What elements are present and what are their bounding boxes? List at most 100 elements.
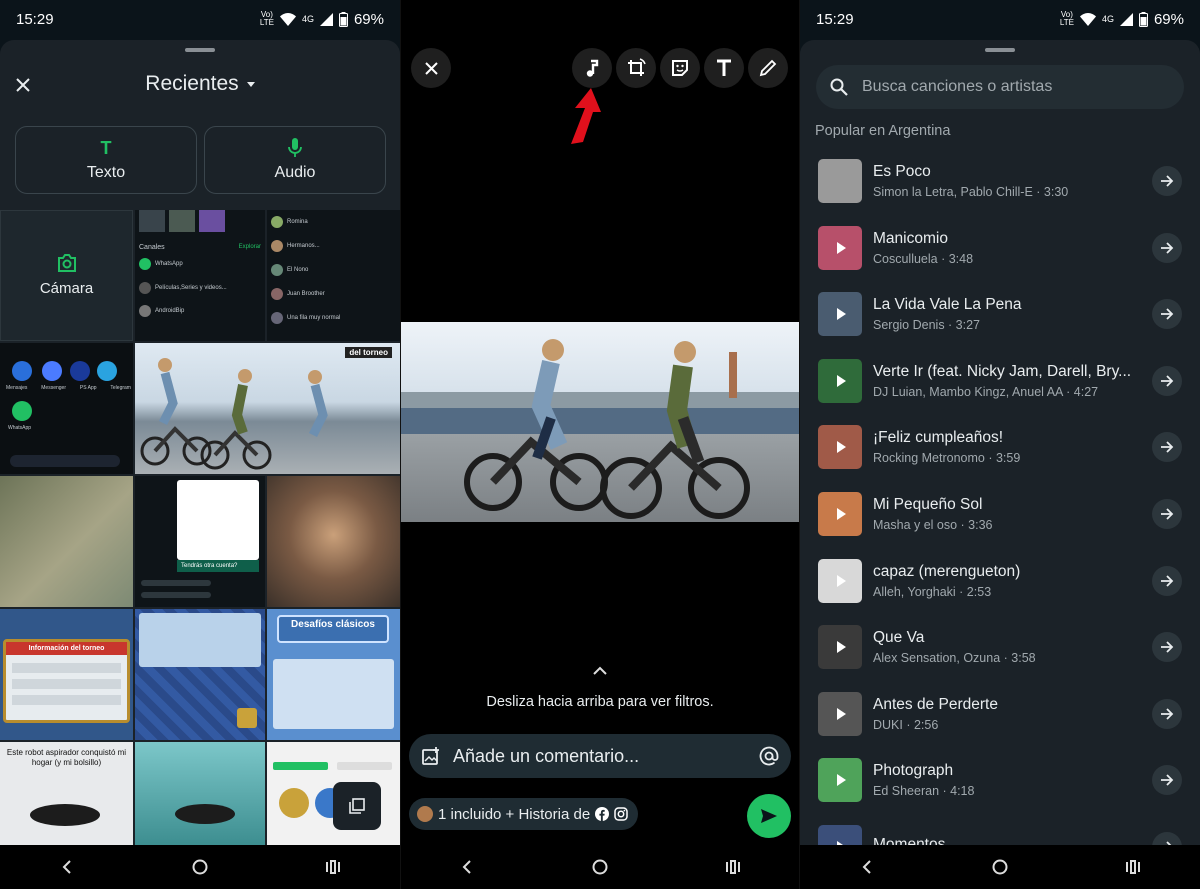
- add-image-icon[interactable]: [421, 746, 441, 766]
- signal-icon: [1119, 12, 1133, 26]
- home-button[interactable]: [580, 852, 620, 882]
- wifi-icon: [1079, 12, 1096, 26]
- search-icon: [830, 78, 848, 96]
- song-row[interactable]: Manicomio Cosculluela · 3:48: [818, 222, 1182, 274]
- select-song-button[interactable]: [1152, 698, 1182, 729]
- song-row[interactable]: Photograph Ed Sheeran · 4:18: [818, 754, 1182, 806]
- select-song-button[interactable]: [1152, 365, 1182, 396]
- song-meta: Mi Pequeño Sol Masha y el oso · 3:36: [873, 496, 1141, 532]
- play-icon[interactable]: [837, 707, 846, 720]
- media-thumbnail-bikes[interactable]: del torneo: [135, 343, 400, 474]
- song-artist-duration: Cosculluela · 3:48: [873, 251, 974, 266]
- editor-close-button[interactable]: [411, 48, 451, 88]
- select-song-button[interactable]: [1152, 765, 1182, 796]
- media-thumbnail-channels[interactable]: Canales Explorar WhatsApp Películas,Seri…: [135, 210, 265, 341]
- home-button[interactable]: [980, 852, 1020, 882]
- camera-tile[interactable]: Cámara: [0, 210, 133, 341]
- media-thumbnail-robot-2[interactable]: [135, 742, 265, 845]
- select-song-button[interactable]: [1152, 499, 1182, 529]
- music-picker-screen: 15:29 Vo) LTE 4G 69% Busca canciones o ar…: [800, 0, 1200, 889]
- song-artist-duration: Sergio Denis · 3:27: [873, 318, 981, 333]
- recents-button[interactable]: [1113, 852, 1153, 882]
- text-status-button[interactable]: T Texto: [15, 126, 197, 194]
- play-icon[interactable]: [837, 374, 846, 387]
- song-row[interactable]: Antes de Perderte DUKI · 2:56: [818, 688, 1182, 740]
- challenge-title: Desafíos clásicos: [277, 615, 389, 643]
- pencil-icon: [759, 59, 777, 77]
- select-song-button[interactable]: [1152, 166, 1182, 196]
- play-icon[interactable]: [837, 241, 846, 254]
- recents-button[interactable]: [313, 852, 353, 882]
- song-row[interactable]: ¡Feliz cumpleaños! Rocking Metronomo · 3:…: [818, 421, 1182, 473]
- status-bar: 15:29 Vo) LTE 4G 69%: [800, 0, 1200, 38]
- play-icon[interactable]: [837, 774, 846, 787]
- comment-input[interactable]: Añade un comentario...: [409, 734, 791, 778]
- media-thumbnail-chats[interactable]: Romina Hermanos... El Nono Juan Broother…: [267, 210, 400, 341]
- media-thumbnail-apps[interactable]: Mensajes Messenger PS App Telegram WhatsApp: [0, 343, 133, 474]
- song-row[interactable]: capaz (merengueton) Alleh, Yorghaki · 2:5…: [818, 555, 1182, 607]
- play-icon[interactable]: [837, 641, 846, 654]
- media-thumbnail-blurred-2[interactable]: [267, 476, 400, 607]
- pointer-arrow-icon: [571, 88, 601, 144]
- song-artist-duration: Rocking Metronomo · 3:59: [873, 451, 1021, 466]
- instagram-icon: [614, 807, 628, 821]
- arrow-right-icon: [1161, 375, 1174, 387]
- play-icon[interactable]: [837, 574, 846, 587]
- song-meta: Que Va Alex Sensation, Ozuna · 3:58: [873, 629, 1141, 665]
- audience-label: 1 incluido + Historia de: [438, 805, 591, 823]
- crop-rotate-button[interactable]: [616, 48, 656, 88]
- play-icon[interactable]: [837, 441, 846, 454]
- select-song-button[interactable]: [1152, 565, 1182, 596]
- song-row[interactable]: Verte Ir (feat. Nicky Jam, Darell, Bry..…: [818, 355, 1182, 407]
- song-title: Que Va: [873, 629, 925, 647]
- song-row[interactable]: Mi Pequeño Sol Masha y el oso · 3:36: [818, 488, 1182, 540]
- song-row[interactable]: Que Va Alex Sensation, Ozuna · 3:58: [818, 621, 1182, 673]
- song-artist-duration: Ed Sheeran · 4:18: [873, 784, 975, 799]
- audience-selector[interactable]: 1 incluido + Historia de: [409, 798, 639, 830]
- media-thumbnail-tournament[interactable]: Información del torneo: [0, 609, 133, 740]
- media-thumbnail-game[interactable]: [135, 609, 265, 740]
- comment-placeholder: Añade un comentario...: [453, 745, 640, 766]
- volte-icon: Vo) LTE: [1059, 10, 1074, 27]
- sticker-button[interactable]: [660, 48, 700, 88]
- send-icon: [761, 809, 777, 823]
- multi-select-button[interactable]: [333, 782, 381, 830]
- back-icon: [862, 860, 871, 874]
- recents-button[interactable]: [713, 852, 753, 882]
- play-icon[interactable]: [837, 508, 846, 520]
- media-thumbnail-dialog[interactable]: Tendrás otra cuenta?: [135, 476, 265, 607]
- select-song-button[interactable]: [1152, 432, 1182, 463]
- back-icon: [462, 860, 472, 874]
- search-placeholder: Busca canciones o artistas: [862, 78, 1053, 95]
- media-thumbnail-blurred-1[interactable]: [0, 476, 133, 607]
- drag-handle[interactable]: [985, 48, 1015, 52]
- status-icons: Vo) LTE 4G 69%: [260, 11, 384, 28]
- song-artist-duration: DUKI · 2:56: [873, 717, 939, 732]
- music-button[interactable]: [572, 48, 612, 88]
- music-search-input[interactable]: Busca canciones o artistas: [816, 65, 1184, 109]
- media-thumbnail-payments[interactable]: [267, 742, 400, 845]
- album-art: [818, 292, 862, 337]
- back-button[interactable]: [47, 852, 87, 882]
- microphone-icon: [288, 138, 302, 158]
- home-button[interactable]: [180, 852, 220, 882]
- song-title: ¡Feliz cumpleaños!: [873, 429, 1004, 447]
- media-thumbnail-robot[interactable]: Este robot aspirador conquistó mi hogar …: [0, 742, 133, 845]
- play-icon[interactable]: [837, 308, 846, 321]
- mention-icon[interactable]: [759, 746, 779, 766]
- back-button[interactable]: [447, 852, 487, 882]
- album-selector[interactable]: Recientes: [0, 72, 400, 96]
- song-title: Antes de Perderte: [873, 695, 998, 713]
- song-row[interactable]: Es Poco Simon la Letra, Pablo Chill-E · 3…: [818, 155, 1182, 207]
- text-tool-button[interactable]: [704, 48, 744, 88]
- select-song-button[interactable]: [1152, 299, 1182, 330]
- draw-button[interactable]: [748, 48, 788, 88]
- audio-status-button[interactable]: Audio: [204, 126, 386, 194]
- send-button[interactable]: [747, 794, 791, 838]
- drag-handle[interactable]: [185, 48, 215, 52]
- select-song-button[interactable]: [1152, 632, 1182, 663]
- media-thumbnail-challenges[interactable]: Desafíos clásicos: [267, 609, 400, 740]
- back-button[interactable]: [847, 852, 887, 882]
- song-row[interactable]: La Vida Vale La Pena Sergio Denis · 3:27: [818, 288, 1182, 340]
- select-song-button[interactable]: [1152, 232, 1182, 263]
